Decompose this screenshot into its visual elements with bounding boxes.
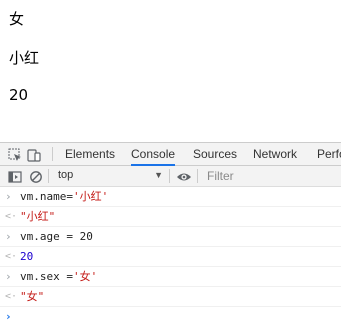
tab-performance[interactable]: Perfo: [317, 143, 341, 165]
console-command: vm.age = 20: [20, 227, 93, 246]
toolbar-divider-3: [197, 169, 198, 183]
console-toolbar: top ▼: [0, 166, 341, 187]
console-prompt-row[interactable]: ›: [0, 307, 341, 326]
show-sidebar-icon[interactable]: [8, 169, 22, 183]
console-input-row: › vm.age = 20: [0, 227, 341, 247]
devtools-tabbar: Elements Console Sources Network Perfo: [0, 143, 341, 166]
dropdown-arrow-icon: ▼: [154, 170, 163, 180]
context-selector-value: top: [58, 169, 74, 181]
command-code: vm.name=: [20, 190, 73, 203]
console-command: vm.sex ='女': [20, 267, 97, 286]
tabbar-divider: [52, 147, 53, 161]
live-expression-eye-icon[interactable]: [176, 169, 192, 183]
console-input-row: › vm.name='小红': [0, 187, 341, 207]
console-result-value: "小红": [20, 210, 56, 223]
tab-elements[interactable]: Elements: [65, 143, 115, 165]
toolbar-divider-1: [48, 169, 49, 183]
age-text: 20: [9, 86, 29, 104]
toolbar-divider-2: [169, 169, 170, 183]
command-string-literal: '女': [72, 270, 98, 283]
tab-sources[interactable]: Sources: [193, 143, 237, 165]
filter-input[interactable]: [203, 168, 341, 183]
console-result-value: "女": [20, 290, 45, 303]
result-arrow-icon: <·: [5, 251, 18, 262]
console-messages: › vm.name='小红' <· "小红" › vm.age = 20 <· …: [0, 187, 341, 326]
console-input-row: › vm.sex ='女': [0, 267, 341, 287]
console-result-row: <· "女": [0, 287, 341, 307]
input-chevron-icon: ›: [5, 190, 12, 203]
result-arrow-icon: <·: [5, 291, 18, 302]
console-result-row: <· 20: [0, 247, 341, 267]
console-command: vm.name='小红': [20, 187, 108, 206]
console-result-row: <· "小红": [0, 207, 341, 227]
context-selector[interactable]: top ▼: [53, 168, 165, 183]
inspect-element-icon[interactable]: [8, 147, 22, 161]
command-string-literal: '小红': [72, 190, 109, 203]
device-toolbar-icon[interactable]: [27, 147, 41, 162]
prompt-caret-icon: ›: [5, 310, 12, 323]
console-result-value: 20: [20, 250, 34, 263]
page-content: 女 小红 20: [0, 0, 341, 142]
gender-text: 女: [9, 10, 25, 28]
tab-console-label: Console: [131, 147, 176, 161]
tab-console[interactable]: Console: [131, 143, 176, 166]
result-arrow-icon: <·: [5, 211, 18, 222]
command-code: vm.age = 20: [20, 230, 93, 243]
input-chevron-icon: ›: [5, 270, 12, 283]
input-chevron-icon: ›: [5, 230, 12, 243]
devtools-panel: Elements Console Sources Network Perfo t…: [0, 142, 341, 328]
command-code: vm.sex =: [20, 270, 73, 283]
name-text: 小红: [9, 49, 40, 67]
tab-network[interactable]: Network: [253, 143, 297, 165]
clear-console-icon[interactable]: [29, 169, 43, 183]
